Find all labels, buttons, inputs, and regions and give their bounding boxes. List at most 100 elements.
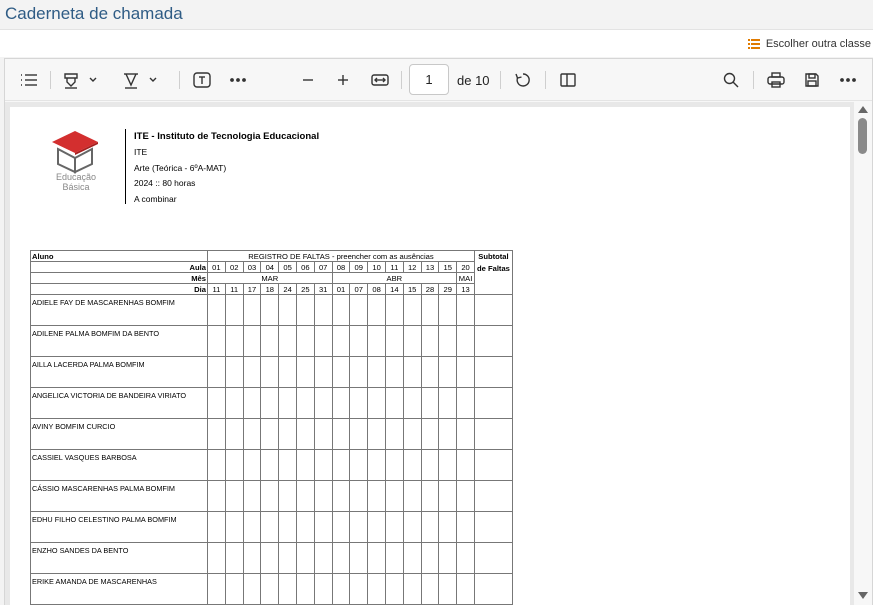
attendance-cell[interactable] <box>367 325 386 357</box>
attendance-cell[interactable] <box>224 325 244 357</box>
attendance-cell[interactable] <box>456 356 475 388</box>
attendance-cell[interactable] <box>331 325 351 357</box>
attendance-cell[interactable] <box>242 325 262 357</box>
attendance-cell[interactable] <box>331 449 351 481</box>
attendance-cell[interactable] <box>278 542 297 574</box>
attendance-cell[interactable] <box>384 294 404 326</box>
attendance-cell[interactable] <box>367 449 386 481</box>
attendance-cell[interactable] <box>331 387 351 419</box>
attendance-cell[interactable] <box>456 542 475 574</box>
attendance-cell[interactable] <box>349 325 369 357</box>
attendance-cell[interactable] <box>207 511 226 543</box>
text-button[interactable] <box>190 66 214 94</box>
document-area[interactable]: Educação Básica ITE - Instituto de Tecno… <box>5 102 855 605</box>
attendance-cell[interactable] <box>313 449 333 481</box>
attendance-cell[interactable] <box>456 387 475 419</box>
attendance-cell[interactable] <box>260 542 280 574</box>
attendance-cell[interactable] <box>295 480 315 512</box>
attendance-cell[interactable] <box>438 294 458 326</box>
more-tools-button[interactable] <box>227 66 249 94</box>
attendance-cell[interactable] <box>349 480 369 512</box>
attendance-cell[interactable] <box>242 387 262 419</box>
attendance-cell[interactable] <box>331 294 351 326</box>
attendance-cell[interactable] <box>278 449 297 481</box>
attendance-cell[interactable] <box>384 325 404 357</box>
attendance-cell[interactable] <box>349 356 369 388</box>
attendance-cell[interactable] <box>224 511 244 543</box>
contents-button[interactable] <box>18 66 40 94</box>
attendance-cell[interactable] <box>207 325 226 357</box>
attendance-cell[interactable] <box>402 387 422 419</box>
attendance-cell[interactable] <box>402 480 422 512</box>
attendance-cell[interactable] <box>438 511 458 543</box>
attendance-cell[interactable] <box>207 480 226 512</box>
attendance-cell[interactable] <box>260 294 280 326</box>
attendance-cell[interactable] <box>349 294 369 326</box>
attendance-cell[interactable] <box>367 573 386 605</box>
fit-width-button[interactable] <box>368 66 392 94</box>
attendance-cell[interactable] <box>242 356 262 388</box>
attendance-cell[interactable] <box>367 418 386 450</box>
attendance-cell[interactable] <box>260 356 280 388</box>
attendance-cell[interactable] <box>438 418 458 450</box>
attendance-cell[interactable] <box>438 542 458 574</box>
attendance-cell[interactable] <box>242 511 262 543</box>
search-button[interactable] <box>719 66 743 94</box>
page-number-input[interactable]: 1 <box>409 64 449 95</box>
attendance-cell[interactable] <box>384 511 404 543</box>
attendance-cell[interactable] <box>331 480 351 512</box>
attendance-cell[interactable] <box>402 325 422 357</box>
attendance-cell[interactable] <box>367 480 386 512</box>
attendance-cell[interactable] <box>438 449 458 481</box>
attendance-cell[interactable] <box>260 449 280 481</box>
attendance-cell[interactable] <box>242 480 262 512</box>
attendance-cell[interactable] <box>402 294 422 326</box>
attendance-cell[interactable] <box>384 387 404 419</box>
attendance-cell[interactable] <box>278 573 297 605</box>
zoom-out-button[interactable] <box>297 66 319 94</box>
attendance-cell[interactable] <box>402 511 422 543</box>
attendance-cell[interactable] <box>349 449 369 481</box>
attendance-cell[interactable] <box>260 325 280 357</box>
attendance-cell[interactable] <box>438 325 458 357</box>
attendance-cell[interactable] <box>242 542 262 574</box>
attendance-cell[interactable] <box>295 294 315 326</box>
attendance-cell[interactable] <box>367 294 386 326</box>
attendance-cell[interactable] <box>349 542 369 574</box>
choose-class-link[interactable]: Escolher outra classe <box>747 38 871 50</box>
attendance-cell[interactable] <box>420 480 440 512</box>
page-view-button[interactable] <box>556 66 580 94</box>
attendance-cell[interactable] <box>224 387 244 419</box>
attendance-cell[interactable] <box>384 449 404 481</box>
attendance-cell[interactable] <box>278 480 297 512</box>
attendance-cell[interactable] <box>420 294 440 326</box>
attendance-cell[interactable] <box>242 418 262 450</box>
attendance-cell[interactable] <box>278 511 297 543</box>
attendance-cell[interactable] <box>313 573 333 605</box>
attendance-cell[interactable] <box>349 511 369 543</box>
attendance-cell[interactable] <box>420 418 440 450</box>
attendance-cell[interactable] <box>278 418 297 450</box>
attendance-cell[interactable] <box>313 511 333 543</box>
attendance-cell[interactable] <box>456 418 475 450</box>
attendance-cell[interactable] <box>278 325 297 357</box>
attendance-cell[interactable] <box>456 325 475 357</box>
attendance-cell[interactable] <box>207 387 226 419</box>
attendance-cell[interactable] <box>420 542 440 574</box>
attendance-cell[interactable] <box>402 356 422 388</box>
attendance-cell[interactable] <box>260 418 280 450</box>
attendance-cell[interactable] <box>313 387 333 419</box>
attendance-cell[interactable] <box>456 511 475 543</box>
attendance-cell[interactable] <box>402 542 422 574</box>
attendance-cell[interactable] <box>438 573 458 605</box>
attendance-cell[interactable] <box>420 511 440 543</box>
attendance-cell[interactable] <box>224 542 244 574</box>
attendance-cell[interactable] <box>349 418 369 450</box>
attendance-cell[interactable] <box>349 573 369 605</box>
attendance-cell[interactable] <box>313 418 333 450</box>
attendance-cell[interactable] <box>295 356 315 388</box>
scroll-thumb[interactable] <box>858 118 867 154</box>
attendance-cell[interactable] <box>331 418 351 450</box>
attendance-cell[interactable] <box>278 387 297 419</box>
attendance-cell[interactable] <box>207 294 226 326</box>
